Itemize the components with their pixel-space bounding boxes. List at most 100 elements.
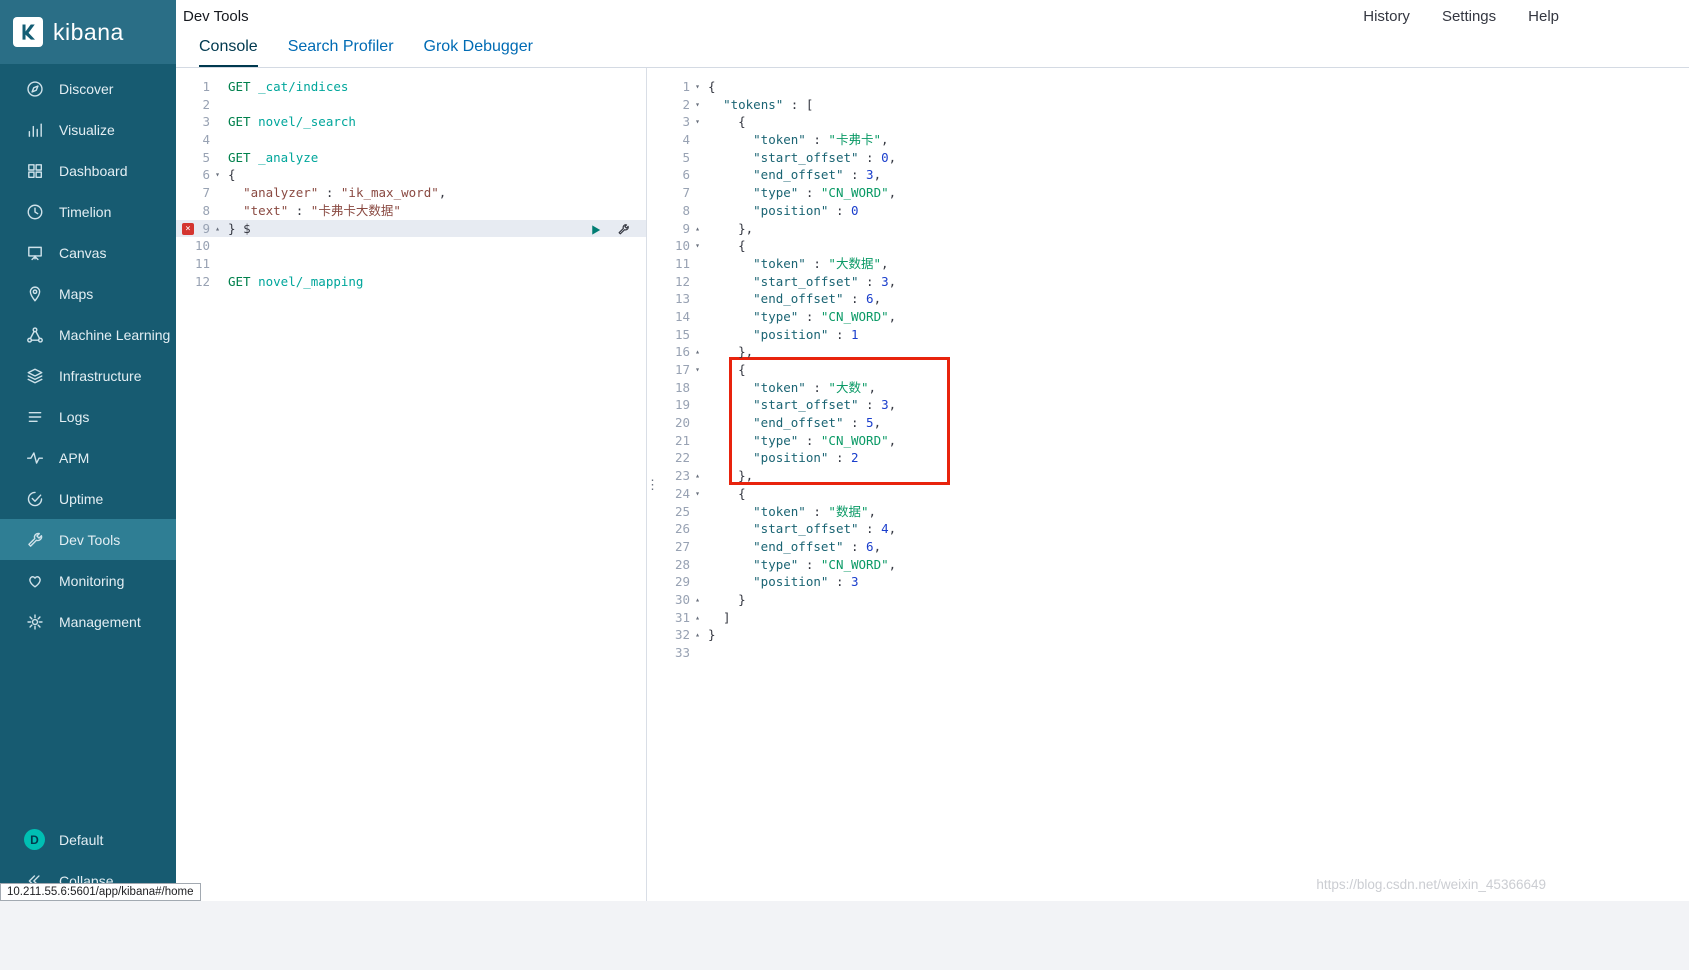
fold-toggle-icon[interactable]: ▴ <box>215 220 220 238</box>
code-line[interactable]: 21 "type" : "CN_WORD", <box>658 432 1689 450</box>
fold-toggle-icon[interactable]: ▾ <box>695 113 700 131</box>
sidebar-item-logs[interactable]: Logs <box>0 396 176 437</box>
code-line[interactable]: 28 "type" : "CN_WORD", <box>658 556 1689 574</box>
code-line[interactable]: 9 ▴ }, <box>658 220 1689 238</box>
code-line[interactable]: 10 ▾ { <box>658 237 1689 255</box>
tab-search-profiler[interactable]: Search Profiler <box>288 38 394 67</box>
code-line[interactable]: 4 <box>176 131 646 149</box>
code-line[interactable]: 13 "end_offset" : 6, <box>658 290 1689 308</box>
fold-toggle-icon[interactable]: ▾ <box>695 96 700 114</box>
code-line[interactable]: 5 "start_offset" : 0, <box>658 149 1689 167</box>
code-line[interactable]: 3 ▾ { <box>658 113 1689 131</box>
sidebar-item-timelion[interactable]: Timelion <box>0 191 176 232</box>
code-line[interactable]: 27 "end_offset" : 6, <box>658 538 1689 556</box>
dashboard-icon <box>26 162 44 180</box>
code-line[interactable]: 2 ▾ "tokens" : [ <box>658 96 1689 114</box>
code-line[interactable]: 26 "start_offset" : 4, <box>658 520 1689 538</box>
line-number: 21 <box>674 432 690 448</box>
code-text: "token" : "大数", <box>753 379 877 395</box>
code-line[interactable]: 6 "end_offset" : 3, <box>658 166 1689 184</box>
line-number: 33 <box>674 645 690 660</box>
line-number: 3 <box>202 114 210 130</box>
fold-toggle-icon[interactable]: ▴ <box>695 626 700 644</box>
code-line[interactable]: 30 ▴ } <box>658 591 1689 609</box>
fold-toggle-icon[interactable]: ▾ <box>695 485 700 503</box>
code-line[interactable]: 2 <box>176 96 646 114</box>
code-line[interactable]: 25 "token" : "数据", <box>658 503 1689 521</box>
tab-grok-debugger[interactable]: Grok Debugger <box>424 38 533 67</box>
code-line[interactable]: 11 "token" : "大数据", <box>658 255 1689 273</box>
code-line[interactable]: 7 "type" : "CN_WORD", <box>658 184 1689 202</box>
code-line[interactable]: 33 <box>658 644 1689 662</box>
line-number: 13 <box>674 291 690 307</box>
code-line[interactable]: 11 <box>176 255 646 273</box>
code-line[interactable]: 3 GET novel/_search <box>176 113 646 131</box>
fold-toggle-icon[interactable]: ▾ <box>215 166 220 184</box>
code-line[interactable]: 24 ▾ { <box>658 485 1689 503</box>
fold-toggle-icon[interactable]: ▴ <box>695 591 700 609</box>
code-text: "end_offset" : 5, <box>753 415 882 431</box>
code-line[interactable]: 19 "start_offset" : 3, <box>658 396 1689 414</box>
sidebar-item-machine-learning[interactable]: Machine Learning <box>0 314 176 355</box>
code-line[interactable]: 5 GET _analyze <box>176 149 646 167</box>
tab-console[interactable]: Console <box>199 38 258 67</box>
code-line[interactable]: 12 GET novel/_mapping <box>176 273 646 291</box>
code-line[interactable]: 22 "position" : 2 <box>658 449 1689 467</box>
code-line[interactable]: 12 "start_offset" : 3, <box>658 273 1689 291</box>
code-line[interactable]: 29 "position" : 3 <box>658 573 1689 591</box>
console-response-pane[interactable]: 1 ▾{2 ▾ "tokens" : [3 ▾ {4 "token" : "卡弗卡",… <box>658 68 1689 901</box>
fold-toggle-icon[interactable]: ▾ <box>695 361 700 379</box>
fold-toggle-icon[interactable]: ▴ <box>695 467 700 485</box>
code-line[interactable]: 15 "position" : 1 <box>658 326 1689 344</box>
code-line[interactable]: 8 "position" : 0 <box>658 202 1689 220</box>
code-line[interactable]: 10 <box>176 237 646 255</box>
topbar-link-history[interactable]: History <box>1363 8 1410 25</box>
sidebar-item-apm[interactable]: APM <box>0 437 176 478</box>
code-text: } $ <box>228 220 251 236</box>
code-line[interactable]: 1 GET _cat/indices <box>176 78 646 96</box>
pane-resize-handle[interactable]: ⋮ <box>646 68 659 901</box>
code-line[interactable]: 7 "analyzer" : "ik_max_word", <box>176 184 646 202</box>
fold-toggle-icon[interactable]: ▾ <box>695 237 700 255</box>
topbar-link-help[interactable]: Help <box>1528 8 1559 25</box>
code-line[interactable]: 31 ▴ ] <box>658 609 1689 627</box>
sidebar-item-dev-tools[interactable]: Dev Tools <box>0 519 176 560</box>
sidebar-item-monitoring[interactable]: Monitoring <box>0 560 176 601</box>
code-text: GET _analyze <box>228 149 319 165</box>
machine-learning-icon <box>26 326 44 344</box>
line-number: 16 ▴ <box>674 343 700 361</box>
code-line[interactable]: 8 "text" : "卡弗卡大数据" <box>176 202 646 220</box>
fold-toggle-icon[interactable]: ▴ <box>695 609 700 627</box>
fold-toggle-icon[interactable]: ▴ <box>695 220 700 238</box>
sidebar-item-infrastructure[interactable]: Infrastructure <box>0 355 176 396</box>
code-line[interactable]: 32 ▴} <box>658 626 1689 644</box>
code-line[interactable]: 18 "token" : "大数", <box>658 379 1689 397</box>
sidebar-item-management[interactable]: Management <box>0 601 176 642</box>
code-line[interactable]: 16 ▴ }, <box>658 343 1689 361</box>
sidebar-item-canvas[interactable]: Canvas <box>0 232 176 273</box>
sidebar-item-discover[interactable]: Discover <box>0 68 176 109</box>
code-line[interactable]: 6 ▾ { <box>176 166 646 184</box>
code-line[interactable]: 17 ▾ { <box>658 361 1689 379</box>
fold-toggle-icon[interactable]: ▴ <box>695 343 700 361</box>
sidebar-item-uptime[interactable]: Uptime <box>0 478 176 519</box>
sidebar-item-maps[interactable]: Maps <box>0 273 176 314</box>
code-line[interactable]: 14 "type" : "CN_WORD", <box>658 308 1689 326</box>
sidebar-item-default-space[interactable]: D Default <box>0 819 176 860</box>
sidebar-item-dashboard[interactable]: Dashboard <box>0 150 176 191</box>
line-number: 6 <box>682 167 690 183</box>
code-line[interactable]: 23 ▴ }, <box>658 467 1689 485</box>
fold-toggle-icon[interactable]: ▾ <box>695 78 700 96</box>
code-text: "position" : 1 <box>753 326 859 342</box>
sidebar-item-visualize[interactable]: Visualize <box>0 109 176 150</box>
code-line[interactable]: × 9 ▴ } $ <box>176 219 646 238</box>
console-editor-pane[interactable]: 1 GET _cat/indices 2 3 GET novel/_search 4 5 GE… <box>176 68 646 901</box>
code-line[interactable]: 1 ▾ { <box>658 78 1689 96</box>
code-line[interactable]: 4 "token" : "卡弗卡", <box>658 131 1689 149</box>
line-number: × 9 ▴ <box>176 220 222 238</box>
line-number: 10 ▾ <box>674 237 700 255</box>
code-line[interactable]: 20 "end_offset" : 5, <box>658 414 1689 432</box>
topbar-link-settings[interactable]: Settings <box>1442 8 1496 25</box>
kibana-logo[interactable]: kibana <box>0 0 176 64</box>
